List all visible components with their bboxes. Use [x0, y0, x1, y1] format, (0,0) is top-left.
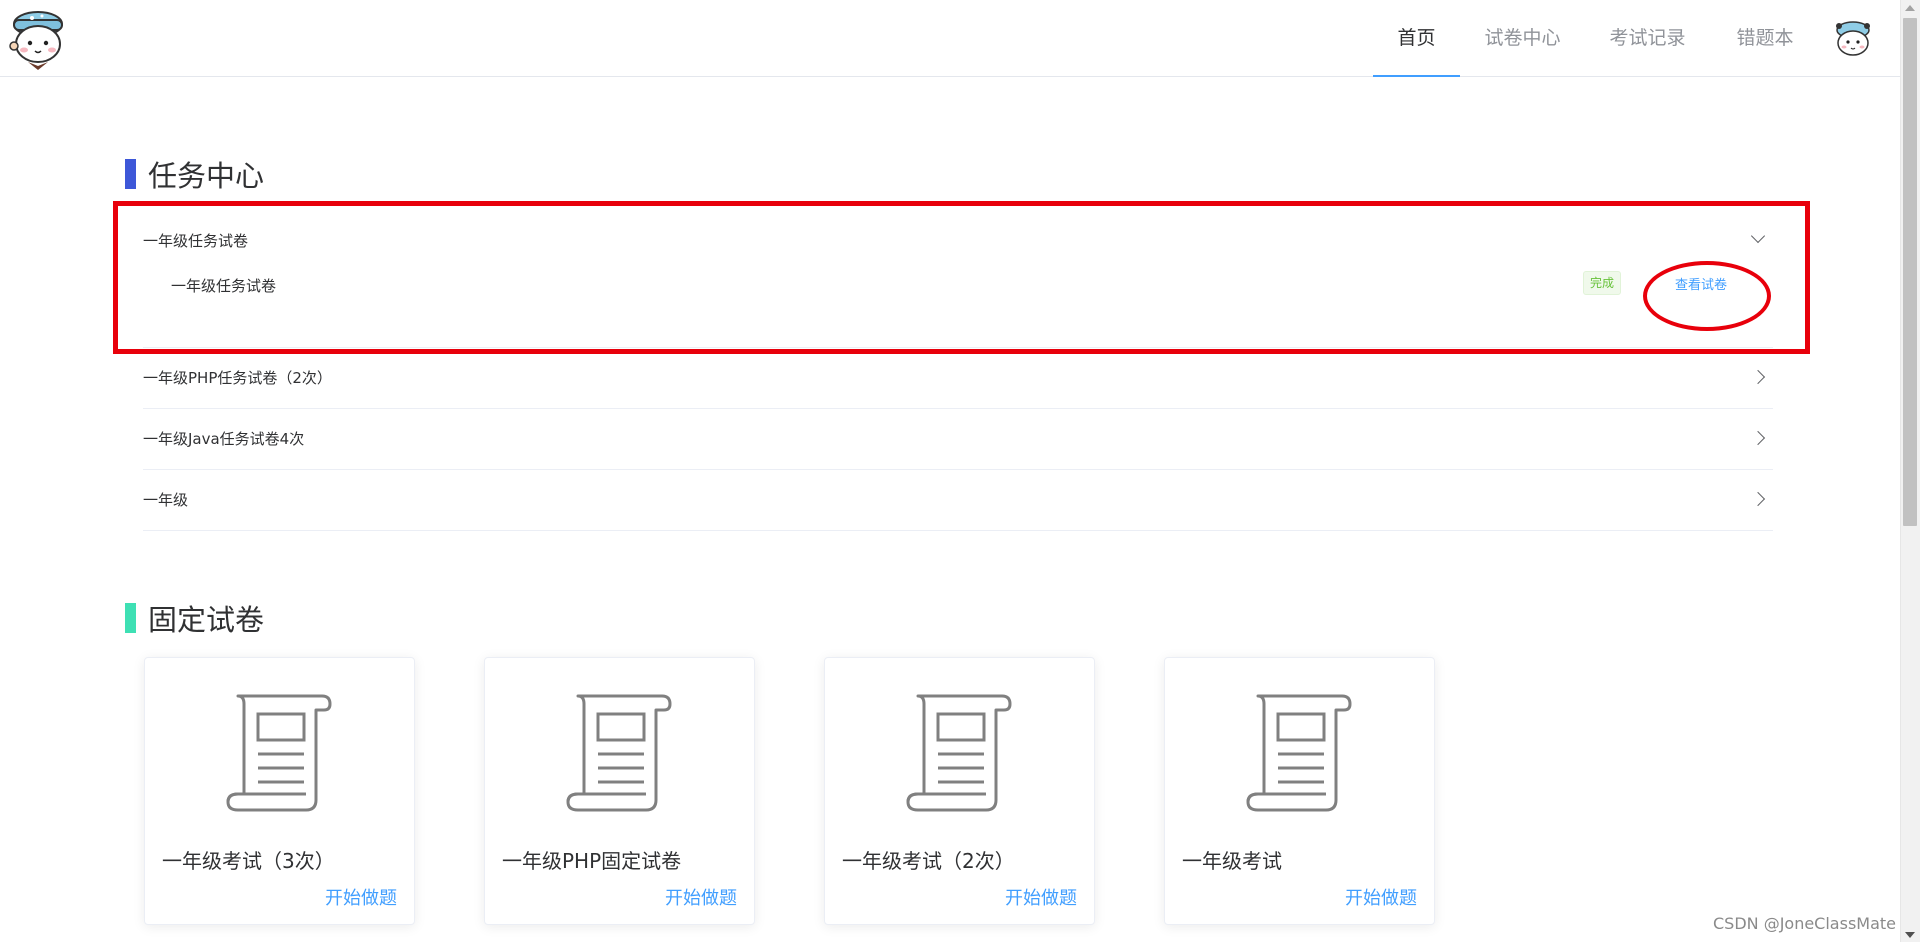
task-center-heading: 任务中心 — [125, 153, 264, 195]
task-center-accent-bar — [125, 159, 136, 189]
scroll-document-icon — [906, 694, 1012, 812]
scroll-document-icon — [1246, 694, 1352, 812]
start-quiz-button[interactable]: 开始做题 — [1345, 884, 1417, 910]
nav-paper-center[interactable]: 试卷中心 — [1460, 0, 1585, 76]
paper-card[interactable]: 一年级PHP固定试卷 开始做题 — [484, 657, 755, 925]
collapse-header[interactable]: 一年级PHP任务试卷（2次） — [143, 348, 1773, 408]
chevron-right-icon[interactable] — [1750, 491, 1766, 507]
collapse-title: 一年级Java任务试卷4次 — [143, 430, 305, 448]
page: 首页 试卷中心 考试记录 错题本 任务中心 一年级任务试卷 一年级任务试卷 完成… — [0, 0, 1920, 942]
paper-card[interactable]: 一年级考试 开始做题 — [1164, 657, 1435, 925]
collapse-header[interactable]: 一年级 — [143, 470, 1773, 530]
highlight-circle — [1643, 261, 1771, 331]
collapse-item: 一年级 — [143, 470, 1773, 531]
avatar-icon[interactable] — [1832, 18, 1874, 60]
paper-card-title: 一年级考试 — [1182, 849, 1282, 873]
collapse-item: 一年级Java任务试卷4次 — [143, 409, 1773, 470]
highlight-rectangle — [113, 201, 1810, 354]
collapse-title: 一年级PHP任务试卷（2次） — [143, 369, 332, 387]
paper-card-title: 一年级PHP固定试卷 — [502, 849, 682, 873]
fixed-papers-accent-bar — [125, 603, 136, 633]
scroll-down-icon[interactable] — [1905, 932, 1915, 938]
collapse-item: 一年级PHP任务试卷（2次） — [143, 348, 1773, 409]
chevron-right-icon[interactable] — [1750, 369, 1766, 385]
paper-card-title: 一年级考试（2次） — [842, 849, 1015, 873]
scroll-up-icon[interactable] — [1905, 5, 1915, 11]
task-center-title: 任务中心 — [148, 159, 265, 193]
nav-home[interactable]: 首页 — [1373, 0, 1460, 77]
vertical-scrollbar[interactable] — [1900, 0, 1920, 942]
main-nav: 首页 试卷中心 考试记录 错题本 — [0, 0, 1900, 77]
watermark-text: CSDN @JoneClassMate — [1712, 914, 1896, 933]
collapse-title: 一年级 — [143, 491, 189, 509]
fixed-papers-heading: 固定试卷 — [125, 597, 264, 639]
start-quiz-button[interactable]: 开始做题 — [325, 884, 397, 910]
top-header: 首页 试卷中心 考试记录 错题本 — [0, 0, 1900, 77]
start-quiz-button[interactable]: 开始做题 — [665, 884, 737, 910]
scroll-thumb[interactable] — [1903, 18, 1917, 526]
fixed-papers-title: 固定试卷 — [148, 603, 265, 637]
start-quiz-button[interactable]: 开始做题 — [1005, 884, 1077, 910]
paper-card[interactable]: 一年级考试（3次） 开始做题 — [144, 657, 415, 925]
collapse-header[interactable]: 一年级Java任务试卷4次 — [143, 409, 1773, 469]
nav-exam-records[interactable]: 考试记录 — [1585, 0, 1710, 76]
nav-wrong-book[interactable]: 错题本 — [1710, 0, 1820, 76]
scroll-document-icon — [566, 694, 672, 812]
paper-card[interactable]: 一年级考试（2次） 开始做题 — [824, 657, 1095, 925]
paper-card-title: 一年级考试（3次） — [162, 849, 335, 873]
chevron-right-icon[interactable] — [1750, 430, 1766, 446]
scroll-document-icon — [226, 694, 332, 812]
